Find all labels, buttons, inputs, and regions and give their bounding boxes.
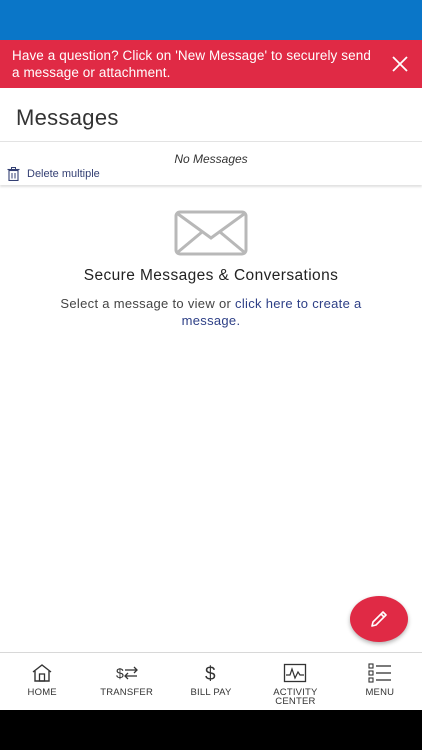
trash-icon — [7, 167, 20, 181]
envelope-icon — [174, 210, 248, 256]
nav-item-transfer[interactable]: $ TRANSFER — [84, 653, 168, 710]
page-title: Messages — [16, 105, 119, 130]
nav-label-home: HOME — [27, 687, 57, 698]
svg-text:$: $ — [205, 664, 216, 683]
new-message-button[interactable] — [350, 596, 408, 642]
delete-multiple-button[interactable]: Delete multiple — [7, 166, 100, 182]
header: Messages — [0, 88, 422, 142]
svg-text:$: $ — [116, 665, 124, 681]
pencil-icon — [371, 611, 387, 627]
nav-item-home[interactable]: HOME — [0, 653, 84, 710]
delete-multiple-label: Delete multiple — [27, 168, 100, 180]
empty-state-subtitle-text: Select a message to view or — [60, 296, 236, 311]
empty-state-title: Secure Messages & Conversations — [83, 267, 339, 284]
nav-label-activity-center: ACTIVITY CENTER — [273, 687, 318, 707]
no-messages-text: No Messages — [174, 152, 248, 166]
info-banner: Have a question? Click on 'New Message' … — [0, 40, 422, 88]
close-icon[interactable] — [390, 54, 410, 74]
empty-state-subtitle: Select a message to view or click here t… — [45, 295, 377, 329]
activity-icon — [284, 663, 307, 683]
home-icon — [32, 664, 52, 682]
banner-text: Have a question? Click on 'New Message' … — [12, 48, 371, 80]
nav-label-bill-pay: BILL PAY — [190, 687, 232, 698]
system-bottom-bar — [0, 710, 422, 750]
nav-label-menu: MENU — [365, 687, 395, 698]
menu-icon — [368, 663, 391, 683]
messages-list-header: No Messages Delete multiple — [0, 143, 422, 185]
transfer-icon: $ — [116, 665, 138, 681]
status-bar — [0, 0, 422, 40]
nav-item-activity-center[interactable]: ACTIVITY CENTER — [253, 653, 337, 710]
dollar-icon: $ — [205, 664, 216, 683]
bottom-nav: HOME $ TRANSFER $ BILL PAY ACTIVITY CENT… — [0, 652, 422, 710]
nav-item-bill-pay[interactable]: $ BILL PAY — [169, 653, 253, 710]
nav-item-menu[interactable]: MENU — [338, 653, 422, 710]
nav-label-transfer: TRANSFER — [100, 687, 154, 698]
